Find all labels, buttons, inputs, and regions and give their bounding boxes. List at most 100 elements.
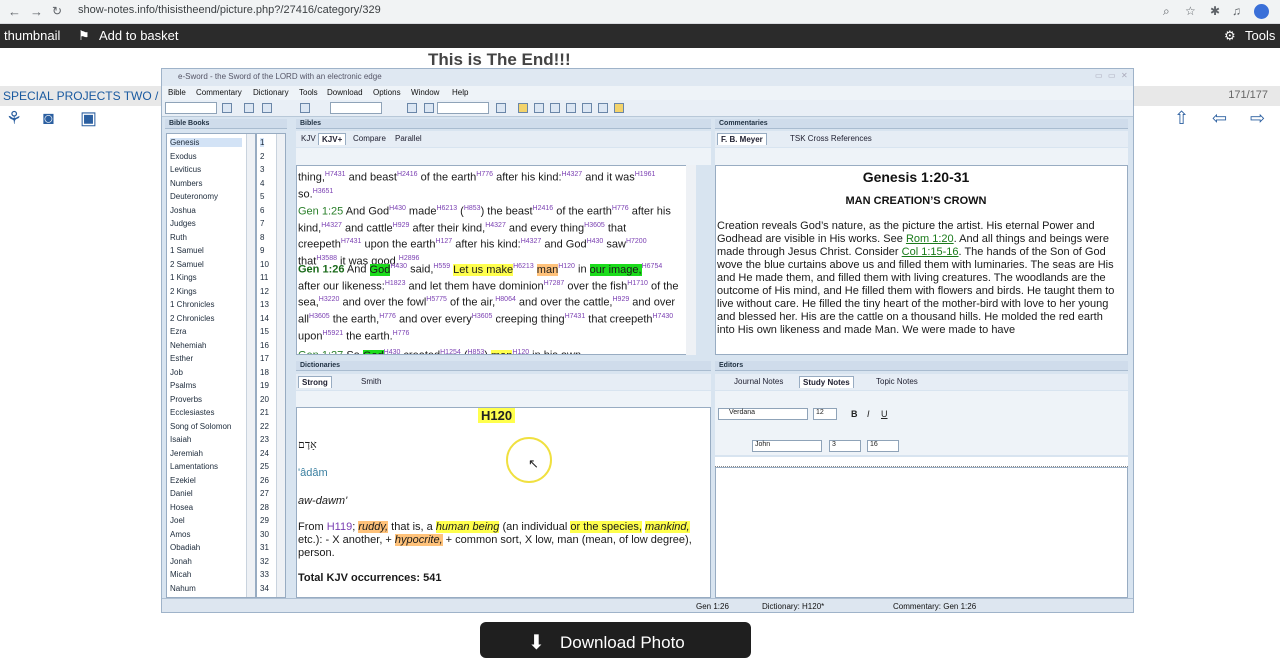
- strongs-link[interactable]: H120: [558, 263, 575, 270]
- layout-icon[interactable]: [598, 103, 608, 113]
- strongs-link[interactable]: H7431: [325, 171, 346, 178]
- tab-compare[interactable]: Compare: [350, 133, 389, 144]
- layout-icon[interactable]: [550, 103, 560, 113]
- layout-icon[interactable]: [566, 103, 576, 113]
- forward-icon[interactable]: →: [30, 4, 43, 19]
- book-item[interactable]: Exodus: [170, 152, 242, 161]
- chapter-item[interactable]: 14: [260, 314, 269, 323]
- book-item[interactable]: Esther: [170, 354, 242, 363]
- menu-dictionary[interactable]: Dictionary: [253, 88, 289, 97]
- books-scrollbar[interactable]: [246, 134, 255, 597]
- author-select[interactable]: John: [752, 440, 822, 452]
- book-item[interactable]: Micah: [170, 570, 242, 579]
- search-icon[interactable]: [300, 103, 310, 113]
- strongs-link[interactable]: H3605: [472, 313, 493, 320]
- strongs-link[interactable]: H127: [435, 238, 452, 245]
- strongs-link[interactable]: H1823: [385, 280, 406, 287]
- link-col-1-15-16[interactable]: Col 1:15-16: [902, 246, 959, 258]
- back-nav-icon[interactable]: [244, 103, 254, 113]
- book-combo[interactable]: [165, 102, 217, 114]
- book-item[interactable]: Joel: [170, 516, 242, 525]
- verse-reference[interactable]: Gen 1:25: [298, 206, 343, 218]
- book-item[interactable]: Amos: [170, 530, 242, 539]
- up-arrow-icon[interactable]: ⇧: [1174, 108, 1189, 129]
- verse-reference[interactable]: Gen 1:26: [298, 264, 344, 276]
- forward-nav-icon[interactable]: [262, 103, 272, 113]
- strongs-link[interactable]: H4327: [521, 238, 542, 245]
- chapter-item[interactable]: 26: [260, 476, 269, 485]
- tab-journal-notes[interactable]: Journal Notes: [731, 376, 786, 387]
- underline-button[interactable]: U: [881, 409, 888, 419]
- menu-commentary[interactable]: Commentary: [196, 88, 242, 97]
- chapter-item[interactable]: 11: [260, 273, 268, 282]
- menu-help[interactable]: Help: [452, 88, 468, 97]
- extensions-icon[interactable]: ✱: [1210, 4, 1220, 18]
- book-item[interactable]: 1 Samuel: [170, 246, 242, 255]
- book-item[interactable]: 2 Chronicles: [170, 314, 242, 323]
- strongs-link[interactable]: H776: [476, 171, 493, 178]
- minimize-icon[interactable]: ▭: [1095, 71, 1103, 80]
- tab-strong[interactable]: Strong: [298, 376, 332, 388]
- chapter-item[interactable]: 27: [260, 489, 269, 498]
- tab-topic-notes[interactable]: Topic Notes: [873, 376, 921, 387]
- chapter-item[interactable]: 25: [260, 462, 269, 471]
- chapter-item[interactable]: 15: [260, 327, 269, 336]
- strongs-link[interactable]: H430: [389, 205, 406, 212]
- chapter-item[interactable]: 20: [260, 395, 269, 404]
- indent-select[interactable]: 16: [867, 440, 899, 452]
- menu-options[interactable]: Options: [373, 88, 401, 97]
- strongs-link[interactable]: H119: [327, 521, 352, 533]
- strongs-link[interactable]: H430: [384, 349, 401, 354]
- book-item[interactable]: Song of Solomon: [170, 422, 242, 431]
- strongs-link[interactable]: H776: [379, 313, 396, 320]
- strongs-link[interactable]: H5775: [426, 296, 447, 303]
- chapter-item[interactable]: 34: [260, 584, 269, 593]
- book-item[interactable]: Ezra: [170, 327, 242, 336]
- tab-parallel[interactable]: Parallel: [392, 133, 425, 144]
- menu-download[interactable]: Download: [327, 88, 363, 97]
- strongs-link[interactable]: H853: [468, 349, 485, 354]
- strongs-link[interactable]: H8064: [495, 296, 516, 303]
- strongs-link[interactable]: H853: [464, 205, 481, 212]
- strongs-link[interactable]: H430: [390, 263, 407, 270]
- strongs-link[interactable]: H5921: [322, 330, 343, 337]
- metadata-icon[interactable]: ⚘: [6, 108, 22, 129]
- chapter-item[interactable]: 22: [260, 422, 269, 431]
- chapter-item[interactable]: 1: [260, 138, 265, 147]
- chapter-item[interactable]: 12: [260, 287, 269, 296]
- link-rom-1-20[interactable]: Rom 1:20: [906, 233, 954, 245]
- chapter-item[interactable]: 30: [260, 530, 269, 539]
- tab-tsk-cross-references[interactable]: TSK Cross References: [787, 133, 875, 144]
- chapter-item[interactable]: 5: [260, 192, 264, 201]
- font-family-select[interactable]: Verdana: [718, 408, 808, 420]
- reload-icon[interactable]: ↻: [52, 4, 62, 18]
- close-icon[interactable]: ✕: [1121, 71, 1128, 80]
- zoom-icon[interactable]: ⌕: [1163, 4, 1170, 19]
- strongs-link[interactable]: H4327: [562, 171, 583, 178]
- book-item[interactable]: Nahum: [170, 584, 242, 593]
- chapter-item[interactable]: 19: [260, 381, 269, 390]
- chapter-item[interactable]: 31: [260, 543, 269, 552]
- strongs-link[interactable]: H3605: [584, 222, 605, 229]
- strongs-link[interactable]: H1710: [627, 280, 648, 287]
- study-notes-editor[interactable]: [715, 467, 1128, 598]
- chapter-item[interactable]: 23: [260, 435, 269, 444]
- strongs-link[interactable]: H6213: [513, 263, 534, 270]
- commentary-view[interactable]: Genesis 1:20-31 MAN CREATION’S CROWN Cre…: [715, 165, 1128, 355]
- book-item[interactable]: Joshua: [170, 206, 242, 215]
- chapter-item[interactable]: 8: [260, 233, 264, 242]
- menu-bible[interactable]: Bible: [168, 88, 186, 97]
- bold-button[interactable]: B: [851, 409, 858, 419]
- book-item[interactable]: Ruth: [170, 233, 242, 242]
- profile-avatar[interactable]: [1254, 4, 1269, 19]
- book-item[interactable]: Proverbs: [170, 395, 242, 404]
- basket-icon[interactable]: ⚑: [78, 28, 90, 44]
- url-field[interactable]: show-notes.info/thisistheend/picture.php…: [78, 4, 381, 16]
- tab-kjv[interactable]: KJV: [298, 133, 319, 144]
- strongs-link[interactable]: H929: [613, 296, 630, 303]
- strongs-link[interactable]: H1961: [635, 171, 656, 178]
- book-item[interactable]: Leviticus: [170, 165, 242, 174]
- strongs-link[interactable]: H430: [587, 238, 604, 245]
- strongs-link[interactable]: H6213: [436, 205, 457, 212]
- toolbar-button[interactable]: [222, 103, 232, 113]
